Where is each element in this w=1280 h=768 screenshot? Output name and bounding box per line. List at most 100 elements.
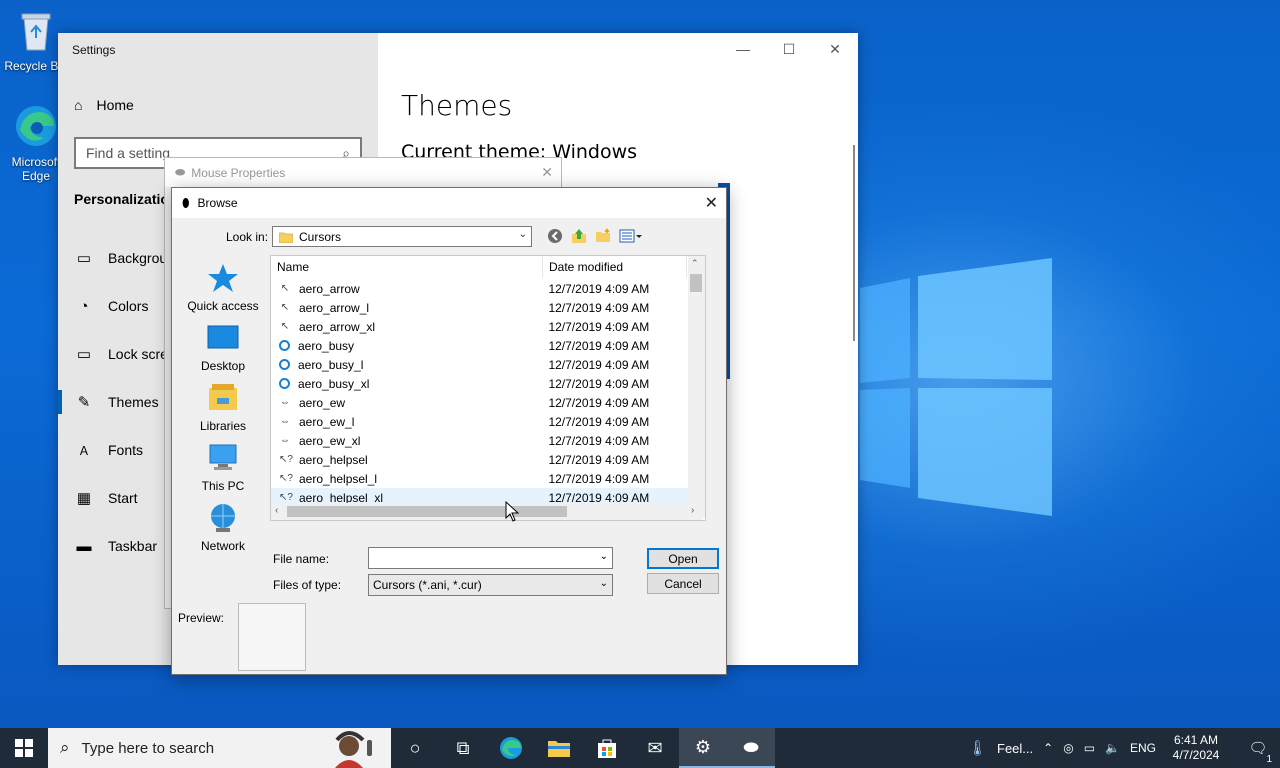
look-in-label: Look in:: [226, 230, 269, 244]
scroll-right-icon[interactable]: ›: [691, 505, 694, 516]
mouse-properties-title: Mouse Properties: [191, 165, 286, 180]
clock-date: 4/7/2024: [1172, 748, 1220, 762]
file-name-input[interactable]: ⌄: [368, 547, 613, 569]
file-name-text: aero_helpsel_l: [299, 471, 378, 486]
file-name-cell: ↖ aero_arrow_l: [271, 301, 540, 315]
file-name-text: aero_busy: [298, 338, 355, 353]
file-date-cell: 12/7/2019 4:09 AM: [548, 414, 650, 429]
taskbar-edge[interactable]: [487, 728, 535, 768]
place-quick-access[interactable]: Quick access: [178, 258, 268, 318]
action-center-button[interactable]: 🗨 1: [1236, 739, 1280, 765]
scroll-thumb[interactable]: [690, 274, 702, 292]
preview-label: Preview:: [178, 611, 225, 625]
column-header-date[interactable]: Date modified: [543, 256, 687, 278]
page-title: Themes: [401, 89, 513, 122]
close-icon[interactable]: ✕: [541, 164, 553, 181]
file-row[interactable]: ↖?aero_helpsel12/7/2019 4:09 AMCu: [271, 450, 703, 469]
search-highlight-illustration: [335, 731, 372, 768]
file-row[interactable]: ↖?aero_helpsel_l12/7/2019 4:09 AMCu: [271, 469, 703, 488]
column-header-name[interactable]: Name: [271, 256, 543, 278]
taskbar-file-explorer[interactable]: [535, 728, 583, 768]
meet-now-icon[interactable]: ◎: [1063, 741, 1073, 755]
minimize-button[interactable]: —: [720, 33, 766, 65]
font-icon: Ａ: [77, 443, 90, 458]
file-row[interactable]: ⇔aero_ew_l12/7/2019 4:09 AMCu: [271, 412, 703, 431]
palette-icon: ◔: [79, 297, 89, 315]
vertical-scrollbar[interactable]: ⌃ ⌄: [688, 256, 705, 518]
taskbar-settings[interactable]: ⚙: [679, 728, 727, 768]
file-row[interactable]: ↖aero_arrow12/7/2019 4:09 AMCu: [271, 279, 703, 298]
chevron-down-icon[interactable]: ⌄: [600, 551, 608, 562]
files-of-type-label: Files of type:: [273, 578, 342, 592]
file-row[interactable]: aero_busy_l12/7/2019 4:09 AMAr: [271, 355, 703, 374]
taskbar-search-box[interactable]: ⌕ Type here to search: [48, 728, 391, 768]
horizontal-scrollbar[interactable]: ‹ ›: [271, 503, 703, 520]
taskbar-mouse-properties[interactable]: ⬬: [727, 728, 775, 768]
brush-icon: ✎: [77, 394, 91, 411]
place-desktop[interactable]: Desktop: [178, 318, 268, 378]
system-tray: 🌡 Feel... ⌃ ◎ ▭ 🔈 ENG 6:41 AM 4/7/2024 🗨…: [968, 728, 1280, 768]
up-folder-button[interactable]: [570, 227, 588, 245]
clock-time: 6:41 AM: [1173, 733, 1219, 747]
file-list-header: Name Date modified Ty: [271, 256, 705, 278]
file-name-cell: ⇔ aero_ew: [271, 396, 540, 410]
cortana-button[interactable]: ○: [391, 728, 439, 768]
place-libraries[interactable]: Libraries: [178, 378, 268, 438]
file-name-text: aero_busy_l: [298, 357, 364, 372]
quick-access-icon: [208, 264, 238, 292]
network-icon[interactable]: ▭: [1084, 741, 1095, 755]
file-row[interactable]: ⇔aero_ew12/7/2019 4:09 AMCu: [271, 393, 703, 412]
place-this-pc[interactable]: This PC: [178, 438, 268, 498]
cursor-ew-icon: ⇔: [280, 434, 290, 446]
cursor-arrow-icon: ↖: [280, 301, 290, 313]
language-indicator[interactable]: ENG: [1130, 741, 1156, 755]
file-list[interactable]: Name Date modified Ty ↖ aero_arrow 12/7/20…: [270, 255, 706, 521]
scroll-left-icon[interactable]: ‹: [275, 505, 278, 516]
file-name-text: aero_helpsel: [299, 452, 368, 467]
weather-text[interactable]: Feel...: [997, 741, 1033, 756]
file-name-text: aero_busy_xl: [298, 376, 370, 391]
open-button[interactable]: Open: [647, 548, 719, 569]
desktop-icon: [207, 325, 239, 349]
file-rows: ↖aero_arrow12/7/2019 4:09 AMCu↖aero_arro…: [271, 279, 703, 520]
file-row[interactable]: ↖aero_arrow_l12/7/2019 4:09 AMCu: [271, 298, 703, 317]
task-view-button[interactable]: ⧉: [439, 728, 487, 768]
file-row[interactable]: aero_busy12/7/2019 4:09 AMAr: [271, 336, 703, 355]
taskbar-mail[interactable]: ✉: [631, 728, 679, 768]
back-button[interactable]: [546, 227, 564, 245]
desktop-icon-label: Microsoft Edge: [11, 155, 61, 183]
new-folder-button[interactable]: [594, 227, 612, 245]
lock-screen-icon: ▭: [76, 346, 92, 363]
close-button[interactable]: ✕: [705, 193, 718, 213]
maximize-button[interactable]: ☐: [766, 33, 812, 65]
file-name-text: aero_arrow: [299, 281, 360, 296]
view-menu-button[interactable]: [618, 227, 644, 245]
chevron-up-icon[interactable]: ⌃: [1043, 741, 1053, 755]
scroll-thumb[interactable]: [287, 506, 567, 517]
look-in-dropdown[interactable]: Cursors ⌄: [272, 226, 532, 247]
file-row[interactable]: ↖aero_arrow_xl12/7/2019 4:09 AMCu: [271, 317, 703, 336]
chevron-down-icon: ⌄: [599, 578, 608, 589]
browse-title: Browse: [197, 196, 238, 210]
scroll-up-icon[interactable]: ⌃: [691, 258, 699, 269]
settings-home-link[interactable]: ⌂ Home: [74, 97, 134, 113]
file-name-text: aero_arrow_l: [299, 300, 370, 315]
clock[interactable]: 6:41 AM 4/7/2024: [1166, 733, 1226, 763]
files-of-type-select[interactable]: Cursors (*.ani, *.cur) ⌄: [368, 574, 613, 596]
cancel-button[interactable]: Cancel: [647, 573, 719, 594]
image-icon: ▭: [76, 250, 92, 267]
start-button[interactable]: [0, 728, 48, 768]
weather-icon[interactable]: 🌡: [968, 739, 987, 757]
cursor-file-icon: ⬮: [182, 195, 190, 210]
nav-item-label: Themes: [108, 394, 159, 410]
settings-scrollbar[interactable]: [853, 145, 855, 341]
file-row[interactable]: aero_busy_xl12/7/2019 4:09 AMAr: [271, 374, 703, 393]
place-network[interactable]: Network: [178, 498, 268, 558]
minimize-icon: —: [736, 41, 750, 57]
volume-muted-icon[interactable]: 🔈: [1105, 741, 1120, 755]
close-icon: ✕: [829, 40, 841, 57]
view-menu-icon: [619, 229, 642, 243]
file-row[interactable]: ⇔aero_ew_xl12/7/2019 4:09 AMCu: [271, 431, 703, 450]
taskbar-store[interactable]: [583, 728, 631, 768]
close-button[interactable]: ✕: [812, 33, 858, 65]
